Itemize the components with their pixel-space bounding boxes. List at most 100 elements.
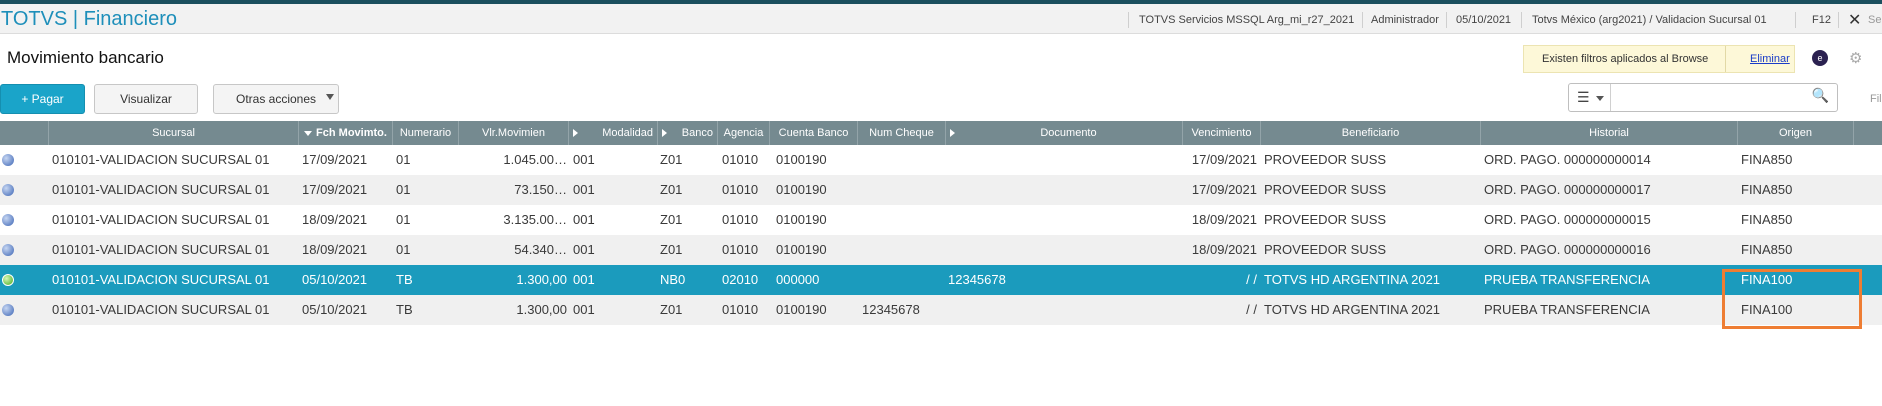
cell-sucursal: 010101-VALIDACION SUCURSAL 01 bbox=[52, 152, 270, 167]
header-banco[interactable]: Banco bbox=[658, 121, 718, 145]
header-vencimiento[interactable]: Vencimiento bbox=[1183, 121, 1261, 145]
otras-acciones-button[interactable]: Otras acciones bbox=[213, 84, 339, 114]
status-blue-icon bbox=[2, 244, 14, 256]
cell-numerario: TB bbox=[396, 302, 413, 317]
sort-desc-icon bbox=[304, 130, 313, 136]
search-stub[interactable]: Se bbox=[1868, 14, 1881, 26]
status-blue-icon bbox=[2, 214, 14, 226]
title-bar: TOTVS | Financiero TOTVS Servicios MSSQL… bbox=[0, 4, 1882, 34]
header-agencia[interactable]: Agencia bbox=[718, 121, 770, 145]
cell-numerario: 01 bbox=[396, 182, 411, 197]
cell-sucursal: 010101-VALIDACION SUCURSAL 01 bbox=[52, 182, 270, 197]
table-row[interactable]: 010101-VALIDACION SUCURSAL 01 18/09/2021 0… bbox=[0, 235, 1882, 265]
cell-origen: FINA850 bbox=[1741, 182, 1793, 197]
header-fecha[interactable]: Fch Movimto. bbox=[299, 121, 393, 145]
cell-cuenta: 0100190 bbox=[776, 302, 827, 317]
cell-cuenta: 0100190 bbox=[776, 212, 827, 227]
header-documento-label: Documento bbox=[1040, 127, 1097, 139]
cell-cheque bbox=[862, 265, 946, 295]
cell-origen: FINA850 bbox=[1741, 242, 1793, 257]
pagar-button[interactable]: + Pagar bbox=[0, 84, 85, 114]
page-title: Movimiento bancario bbox=[7, 48, 164, 67]
header-origen[interactable]: Origen bbox=[1738, 121, 1854, 145]
cell-beneficiario: PROVEEDOR SUSS bbox=[1264, 212, 1387, 227]
expand-icon bbox=[573, 129, 578, 137]
cell-banco: Z01 bbox=[660, 212, 683, 227]
user-label[interactable]: Administrador bbox=[1371, 14, 1439, 26]
cell-valor: 1.300,00 bbox=[516, 302, 567, 317]
cell-valor: 1.045.00… bbox=[503, 152, 567, 167]
cell-agencia: 01010 bbox=[722, 302, 759, 317]
cell-valor: 54.340… bbox=[514, 242, 567, 257]
cell-beneficiario: PROVEEDOR SUSS bbox=[1264, 242, 1387, 257]
cell-numerario: TB bbox=[396, 272, 413, 287]
help-icon[interactable]: e bbox=[1812, 50, 1828, 66]
cell-fecha: 17/09/2021 bbox=[302, 152, 368, 167]
cell-beneficiario: TOTVS HD ARGENTINA 2021 bbox=[1264, 272, 1441, 287]
close-icon[interactable]: ✕ bbox=[1848, 10, 1861, 30]
cell-numerario: 01 bbox=[396, 212, 411, 227]
highlight-box-origen bbox=[1722, 269, 1862, 329]
header-status[interactable] bbox=[0, 121, 49, 145]
cell-documento bbox=[948, 235, 1180, 265]
divider bbox=[1362, 12, 1363, 28]
cell-banco: Z01 bbox=[660, 152, 683, 167]
header-documento[interactable]: Documento bbox=[946, 121, 1183, 145]
cell-agencia: 02010 bbox=[722, 272, 759, 287]
cell-sucursal: 010101-VALIDACION SUCURSAL 01 bbox=[52, 302, 270, 317]
filter-notice-text: Existen filtros aplicados al Browse bbox=[1542, 53, 1709, 65]
cell-sucursal: 010101-VALIDACION SUCURSAL 01 bbox=[52, 272, 270, 287]
status-blue-icon bbox=[2, 184, 14, 196]
cell-vencimiento: 18/09/2021 bbox=[1191, 242, 1257, 257]
header-numerario[interactable]: Numerario bbox=[393, 121, 459, 145]
table-row[interactable]: 010101-VALIDACION SUCURSAL 01 17/09/2021 0… bbox=[0, 145, 1882, 175]
header-cuenta[interactable]: Cuenta Banco bbox=[770, 121, 858, 145]
header-valor[interactable]: Vlr.Movimien bbox=[459, 121, 569, 145]
cell-cheque bbox=[862, 175, 946, 205]
app-title: TOTVS | Financiero bbox=[1, 8, 177, 30]
cell-modalidad: 001 bbox=[573, 182, 595, 197]
cell-fecha: 05/10/2021 bbox=[302, 302, 368, 317]
filter-stub[interactable]: Fil bbox=[1870, 93, 1882, 105]
header-modalidad[interactable]: Modalidad bbox=[569, 121, 658, 145]
cell-cheque bbox=[862, 205, 946, 235]
environment-label: TOTVS Servicios MSSQL Arg_mi_r27_2021 bbox=[1139, 14, 1355, 26]
cell-cuenta: 0100190 bbox=[776, 182, 827, 197]
table-row[interactable]: 010101-VALIDACION SUCURSAL 01 05/10/2021 T… bbox=[0, 265, 1882, 295]
search-icon[interactable]: 🔍 bbox=[1812, 87, 1829, 104]
cell-vencimiento: 18/09/2021 bbox=[1191, 212, 1257, 227]
visualizar-button[interactable]: Visualizar bbox=[94, 84, 198, 114]
search-input[interactable]: ☰ 🔍 bbox=[1568, 83, 1838, 112]
cell-historial: PRUEBA TRANSFERENCIA bbox=[1484, 272, 1650, 287]
cell-banco: Z01 bbox=[660, 242, 683, 257]
cell-documento bbox=[948, 175, 1180, 205]
cell-cheque bbox=[862, 235, 946, 265]
header-beneficiario[interactable]: Beneficiario bbox=[1261, 121, 1481, 145]
columns-icon[interactable]: ☰ bbox=[1569, 84, 1611, 111]
cell-beneficiario: PROVEEDOR SUSS bbox=[1264, 182, 1387, 197]
cell-vencimiento: 17/09/2021 bbox=[1191, 182, 1257, 197]
divider bbox=[1838, 12, 1839, 28]
table-row[interactable]: 010101-VALIDACION SUCURSAL 01 17/09/2021 0… bbox=[0, 175, 1882, 205]
cell-sucursal: 010101-VALIDACION SUCURSAL 01 bbox=[52, 242, 270, 257]
table-row[interactable]: 010101-VALIDACION SUCURSAL 01 05/10/2021 T… bbox=[0, 295, 1882, 325]
filter-notice: Existen filtros aplicados al Browse Elim… bbox=[1523, 45, 1795, 73]
cell-documento bbox=[948, 205, 1180, 235]
pagar-label: Pagar bbox=[31, 92, 64, 106]
company-label[interactable]: Totvs México (arg2021) / Validacion Sucu… bbox=[1532, 14, 1767, 26]
gear-icon[interactable]: ⚙ bbox=[1849, 49, 1862, 67]
plus-icon: + bbox=[21, 92, 32, 106]
f12-shortcut[interactable]: F12 bbox=[1812, 14, 1831, 26]
cell-vencimiento: / / bbox=[1246, 272, 1257, 287]
header-fecha-label: Fch Movimto. bbox=[316, 127, 387, 139]
table-row[interactable]: 010101-VALIDACION SUCURSAL 01 18/09/2021 0… bbox=[0, 205, 1882, 235]
cell-vencimiento: 17/09/2021 bbox=[1191, 152, 1257, 167]
header-historial[interactable]: Historial bbox=[1481, 121, 1738, 145]
cell-fecha: 18/09/2021 bbox=[302, 242, 368, 257]
cell-banco: NB0 bbox=[660, 272, 686, 287]
header-sucursal[interactable]: Sucursal bbox=[49, 121, 299, 145]
header-cheque[interactable]: Num Cheque bbox=[858, 121, 946, 145]
remove-filter-link[interactable]: Eliminar bbox=[1750, 53, 1790, 65]
cell-fecha: 18/09/2021 bbox=[302, 212, 368, 227]
date-label[interactable]: 05/10/2021 bbox=[1456, 14, 1511, 26]
